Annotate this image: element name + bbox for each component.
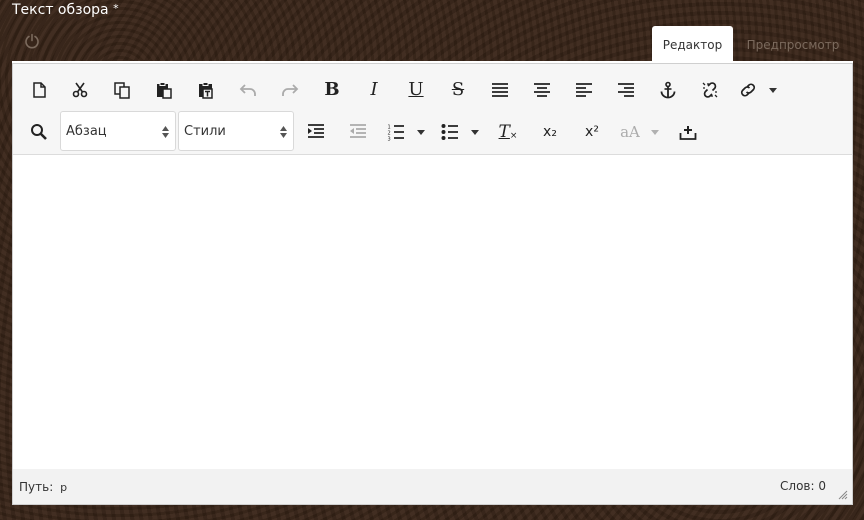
outdent-icon	[350, 124, 366, 138]
align-justify-icon	[492, 83, 508, 97]
format-select-value: Абзац	[66, 123, 107, 139]
new-document-button[interactable]	[22, 73, 56, 107]
font-size-dropdown[interactable]	[648, 115, 662, 149]
search-icon	[31, 124, 47, 140]
resize-handle-icon[interactable]	[838, 490, 848, 500]
undo-button[interactable]	[231, 73, 265, 107]
chevron-down-icon	[417, 129, 425, 135]
paste-icon	[157, 82, 172, 99]
path-label: Путь:	[19, 480, 54, 494]
bold-icon: B	[324, 79, 340, 100]
paste-button[interactable]	[147, 73, 181, 107]
align-center-button[interactable]	[525, 73, 559, 107]
underline-button[interactable]: U	[399, 73, 433, 107]
editor-content-area[interactable]	[13, 155, 852, 471]
unlink-button[interactable]	[693, 73, 727, 107]
editor-toolbar: B I U S Абзац Стили 1 2 3 T × x₂ x² aA	[13, 64, 852, 155]
redo-icon	[282, 84, 299, 96]
numbered-list-button[interactable]: 123	[379, 115, 413, 149]
subscript-button[interactable]: x₂	[533, 115, 567, 149]
undo-icon	[239, 84, 256, 96]
align-left-button[interactable]	[567, 73, 601, 107]
word-count-value: 0	[818, 479, 826, 493]
clear-format-button[interactable]: T ×	[491, 115, 525, 149]
toolbar-row-1: B I U S	[13, 69, 852, 111]
superscript-icon: x²	[585, 124, 599, 140]
align-justify-button[interactable]	[483, 73, 517, 107]
underline-icon: U	[408, 79, 424, 100]
field-label-text: Текст обзора	[12, 2, 109, 18]
path-tag[interactable]: p	[60, 481, 67, 494]
editor-statusbar: Путь: p Слов: 0	[13, 469, 852, 504]
cut-icon	[72, 82, 88, 98]
align-left-icon	[576, 83, 592, 97]
svg-text:3: 3	[388, 137, 391, 142]
rich-text-editor: B I U S Абзац Стили 1 2 3 T × x₂ x² aA П…	[12, 61, 853, 505]
bold-button[interactable]: B	[315, 73, 349, 107]
strikethrough-button[interactable]: S	[441, 73, 475, 107]
strikethrough-icon: S	[451, 79, 465, 100]
copy-button[interactable]	[105, 73, 139, 107]
outdent-button[interactable]	[341, 115, 375, 149]
toolbar-row-2: Абзац Стили 123 T × x₂ x² aA	[13, 111, 852, 153]
tab-editor[interactable]: Редактор	[652, 26, 733, 64]
copy-icon	[114, 82, 130, 99]
bullet-list-icon	[441, 124, 458, 140]
paste-text-button[interactable]	[189, 73, 223, 107]
chevron-down-icon	[471, 129, 479, 135]
bullet-list-dropdown[interactable]	[468, 115, 482, 149]
chevron-down-icon	[769, 87, 777, 93]
word-count-label: Слов:	[780, 479, 815, 493]
align-right-icon	[618, 83, 634, 97]
font-size-button[interactable]: aA	[613, 115, 647, 149]
redo-button[interactable]	[273, 73, 307, 107]
select-arrows-icon	[162, 126, 169, 138]
element-path: Путь: p	[19, 480, 67, 494]
clear-format-icon: T	[498, 121, 510, 142]
anchor-button[interactable]	[651, 73, 685, 107]
superscript-button[interactable]: x²	[575, 115, 609, 149]
insert-icon	[679, 126, 697, 140]
insert-button[interactable]	[671, 115, 705, 149]
new-document-icon	[33, 82, 46, 98]
paste-text-icon	[199, 82, 213, 99]
required-mark: *	[113, 2, 119, 15]
chevron-down-icon	[651, 129, 659, 135]
align-right-button[interactable]	[609, 73, 643, 107]
align-center-icon	[534, 83, 550, 97]
field-label: Текст обзора *	[12, 2, 119, 18]
indent-button[interactable]	[299, 115, 333, 149]
subscript-icon: x₂	[543, 124, 557, 140]
unlink-icon	[702, 82, 718, 98]
italic-button[interactable]: I	[357, 73, 391, 107]
link-dropdown[interactable]	[766, 73, 780, 107]
indent-icon	[308, 124, 324, 138]
find-button[interactable]	[22, 115, 56, 149]
italic-icon: I	[370, 79, 378, 100]
format-select[interactable]: Абзац	[60, 111, 176, 151]
cut-button[interactable]	[63, 73, 97, 107]
numbered-list-icon: 123	[388, 125, 404, 142]
styles-select-value: Стили	[184, 123, 226, 139]
bullet-list-button[interactable]	[433, 115, 467, 149]
font-size-icon: aA	[620, 122, 640, 141]
link-icon	[740, 83, 756, 97]
word-count: Слов: 0	[780, 479, 826, 493]
styles-select[interactable]: Стили	[178, 111, 294, 151]
numbered-list-dropdown[interactable]	[414, 115, 428, 149]
power-icon	[25, 33, 39, 49]
link-button[interactable]	[731, 73, 765, 107]
tab-preview[interactable]: Предпросмотр	[738, 26, 848, 64]
select-arrows-icon	[280, 126, 287, 138]
anchor-icon	[660, 81, 676, 99]
power-button[interactable]	[22, 31, 42, 51]
